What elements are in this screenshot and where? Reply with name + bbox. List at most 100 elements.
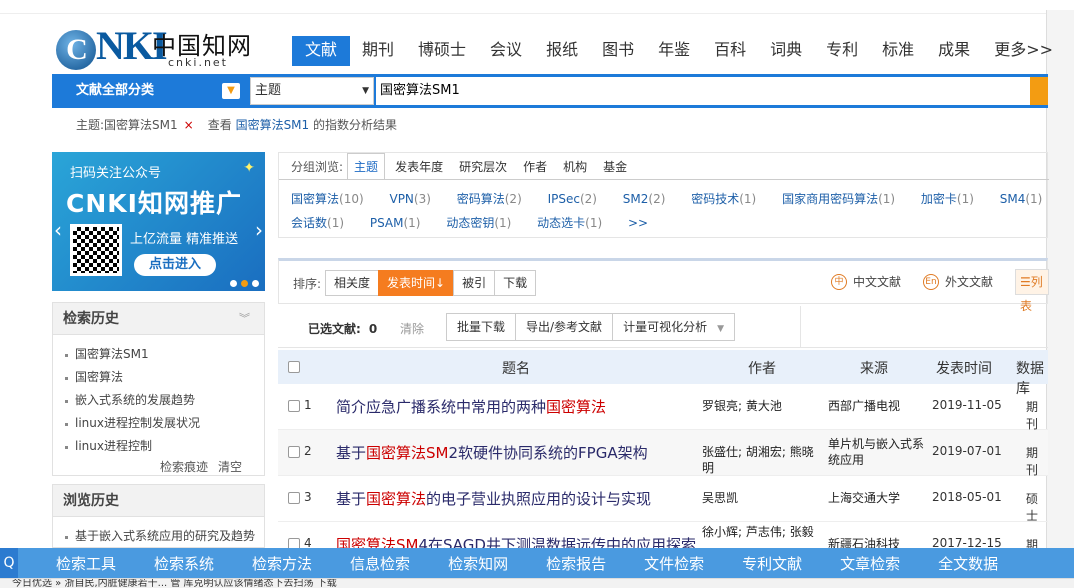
select-all-checkbox[interactable] — [288, 361, 300, 373]
row-checkbox[interactable] — [288, 538, 300, 548]
result-authors[interactable]: 徐小辉; 芦志伟; 张毅 — [702, 524, 824, 540]
bottom-nav-item[interactable]: 专利文献 — [742, 553, 802, 574]
group-item[interactable]: PSAM(1) — [370, 211, 421, 235]
nav-tab-yearbook[interactable]: 年鉴 — [646, 36, 702, 66]
search-icon[interactable]: Q — [0, 548, 18, 578]
right-scroll-panel[interactable] — [1046, 10, 1074, 588]
bottom-nav-item[interactable]: 检索报告 — [546, 553, 606, 574]
group-item[interactable]: 国家商用密码算法(1) — [782, 187, 895, 211]
bottom-nav-item[interactable]: 检索方法 — [252, 553, 312, 574]
visual-analysis-dropdown[interactable]: 计量可视化分析 ▼ — [612, 313, 735, 341]
group-tab-institution[interactable]: 机构 — [563, 158, 587, 175]
row-checkbox[interactable] — [288, 446, 300, 458]
sort-date-button[interactable]: 发表时间↓ — [378, 270, 455, 296]
result-title-link[interactable]: 简介应急广播系统中常用的两种国密算法 — [336, 396, 606, 417]
nav-tab-literature[interactable]: 文献 — [292, 36, 351, 66]
cnki-logo[interactable]: C NKI 中国知网 cnki.net — [56, 24, 266, 72]
nav-tab-conference[interactable]: 会议 — [478, 36, 534, 66]
group-item[interactable]: 动态密钥(1) — [446, 211, 511, 235]
nav-tab-more[interactable]: 更多>> — [982, 36, 1065, 66]
nav-tab-thesis[interactable]: 博硕士 — [406, 36, 478, 66]
group-tab-fund[interactable]: 基金 — [603, 158, 627, 175]
foreign-literature-toggle[interactable]: En 外文文献 — [923, 273, 993, 290]
header-date[interactable]: 发表时间 — [936, 358, 992, 378]
result-title-link[interactable]: 基于国密算法的电子营业执照应用的设计与实现 — [336, 488, 651, 509]
nav-tab-newspaper[interactable]: 报纸 — [534, 36, 590, 66]
search-input[interactable]: 国密算法SM1 — [376, 77, 1030, 105]
bottom-nav-item[interactable]: 检索系统 — [154, 553, 214, 574]
nav-tab-books[interactable]: 图书 — [590, 36, 646, 66]
group-item[interactable]: SM4(1) — [1000, 187, 1043, 211]
nav-tab-dictionary[interactable]: 词典 — [758, 36, 814, 66]
search-button[interactable] — [1030, 77, 1048, 105]
nav-tab-standard[interactable]: 标准 — [870, 36, 926, 66]
result-title-link[interactable]: 基于国密算法SM2软硬件协同系统的FPGA架构 — [336, 442, 648, 463]
promo-banner[interactable]: 扫码关注公众号 ✦ CNKI知网推广 ‹ 上亿流量 精准推送 点击进入 › — [52, 152, 265, 291]
group-tab-year[interactable]: 发表年度 — [395, 158, 443, 175]
history-item[interactable]: linux进程控制发展状况 — [65, 412, 264, 435]
collapse-chevron-icon[interactable]: ︾ — [239, 303, 250, 335]
browse-item[interactable]: 基于嵌入式系统应用的研究及趋势 — [65, 525, 264, 548]
nav-tab-patent[interactable]: 专利 — [814, 36, 870, 66]
group-item[interactable]: 密码技术(1) — [691, 187, 756, 211]
nav-tab-journal[interactable]: 期刊 — [350, 36, 406, 66]
search-field-select[interactable]: 主题 ▼ — [250, 77, 374, 105]
group-item[interactable]: 密码算法(2) — [457, 187, 522, 211]
result-source[interactable]: 单片机与嵌入式系统应用 — [828, 436, 924, 468]
result-authors[interactable]: 张盛仕; 胡湘宏; 熊晓明 — [702, 444, 824, 476]
carousel-dot[interactable] — [252, 280, 259, 287]
group-tab-level[interactable]: 研究层次 — [459, 158, 507, 175]
carousel-dot[interactable] — [230, 280, 237, 287]
result-source[interactable]: 上海交通大学 — [828, 490, 924, 506]
group-item[interactable]: 国密算法(10) — [291, 187, 364, 211]
group-tab-subject[interactable]: 主题 — [347, 152, 386, 180]
bottom-nav-item[interactable]: 文件检索 — [644, 553, 704, 574]
chinese-literature-toggle[interactable]: 中中文文献 — [831, 273, 901, 290]
sort-download-button[interactable]: 下载 — [494, 270, 537, 296]
bottom-nav-item[interactable]: 全文数据 — [938, 553, 998, 574]
index-analysis-link[interactable]: 国密算法SM1 — [236, 118, 310, 132]
history-item[interactable]: 国密算法SM1 — [65, 343, 264, 366]
search-trace-link[interactable]: 检索痕迹 — [160, 460, 208, 474]
clear-history-link[interactable]: 清空 — [218, 460, 242, 474]
carousel-dot-active[interactable] — [241, 280, 248, 287]
result-source[interactable]: 新疆石油科技 — [828, 536, 924, 548]
search-history-header[interactable]: 检索历史 ︾ — [53, 303, 264, 335]
nav-tab-achievement[interactable]: 成果 — [926, 36, 982, 66]
bottom-nav-item[interactable]: 检索知网 — [448, 553, 508, 574]
bottom-nav-item[interactable]: 检索工具 — [56, 553, 116, 574]
group-item[interactable]: 动态选卡(1) — [537, 211, 602, 235]
promo-enter-button[interactable]: 点击进入 — [134, 254, 216, 276]
row-checkbox[interactable] — [288, 492, 300, 504]
group-more-link[interactable]: >> — [628, 211, 648, 235]
result-title-link[interactable]: 国密算法SM4在SAGD井下测温数据远传中的应用探索 — [336, 534, 696, 548]
bottom-nav-item[interactable]: 文章检索 — [840, 553, 900, 574]
nav-tab-encyclopedia[interactable]: 百科 — [702, 36, 758, 66]
history-item[interactable]: 国密算法 — [65, 366, 264, 389]
remove-filter-icon[interactable]: × — [184, 118, 194, 132]
group-item[interactable]: VPN(3) — [389, 187, 430, 211]
header-title[interactable]: 题名 — [502, 358, 530, 378]
group-item[interactable]: IPSec(2) — [548, 187, 597, 211]
result-authors[interactable]: 罗银亮; 黄大池 — [702, 398, 824, 414]
result-authors[interactable]: 吴思凯 — [702, 490, 824, 506]
group-item[interactable]: 加密卡(1) — [921, 187, 974, 211]
sort-relevance-button[interactable]: 相关度 — [325, 270, 380, 296]
export-references-button[interactable]: 导出/参考文献 — [515, 313, 614, 341]
sort-cited-button[interactable]: 被引 — [453, 270, 496, 296]
clear-selection-link[interactable]: 清除 — [400, 320, 424, 337]
history-item[interactable]: 嵌入式系统的发展趋势 — [65, 389, 264, 412]
header-author[interactable]: 作者 — [748, 358, 776, 378]
group-item[interactable]: 会话数(1) — [291, 211, 344, 235]
chevron-down-icon[interactable]: ▼ — [222, 83, 240, 99]
carousel-next-icon[interactable]: › — [255, 218, 263, 242]
list-view-button[interactable]: ☰列表 — [1015, 269, 1049, 313]
bottom-nav-item[interactable]: 信息检索 — [350, 553, 410, 574]
batch-download-button[interactable]: 批量下载 — [446, 313, 517, 341]
history-item[interactable]: linux进程控制 — [65, 435, 264, 458]
group-tab-author[interactable]: 作者 — [523, 158, 547, 175]
carousel-prev-icon[interactable]: ‹ — [54, 218, 62, 242]
header-source[interactable]: 来源 — [860, 358, 888, 378]
category-selector[interactable]: 文献全部分类 ▼ — [52, 74, 246, 108]
browse-history-header[interactable]: 浏览历史 — [53, 485, 264, 517]
